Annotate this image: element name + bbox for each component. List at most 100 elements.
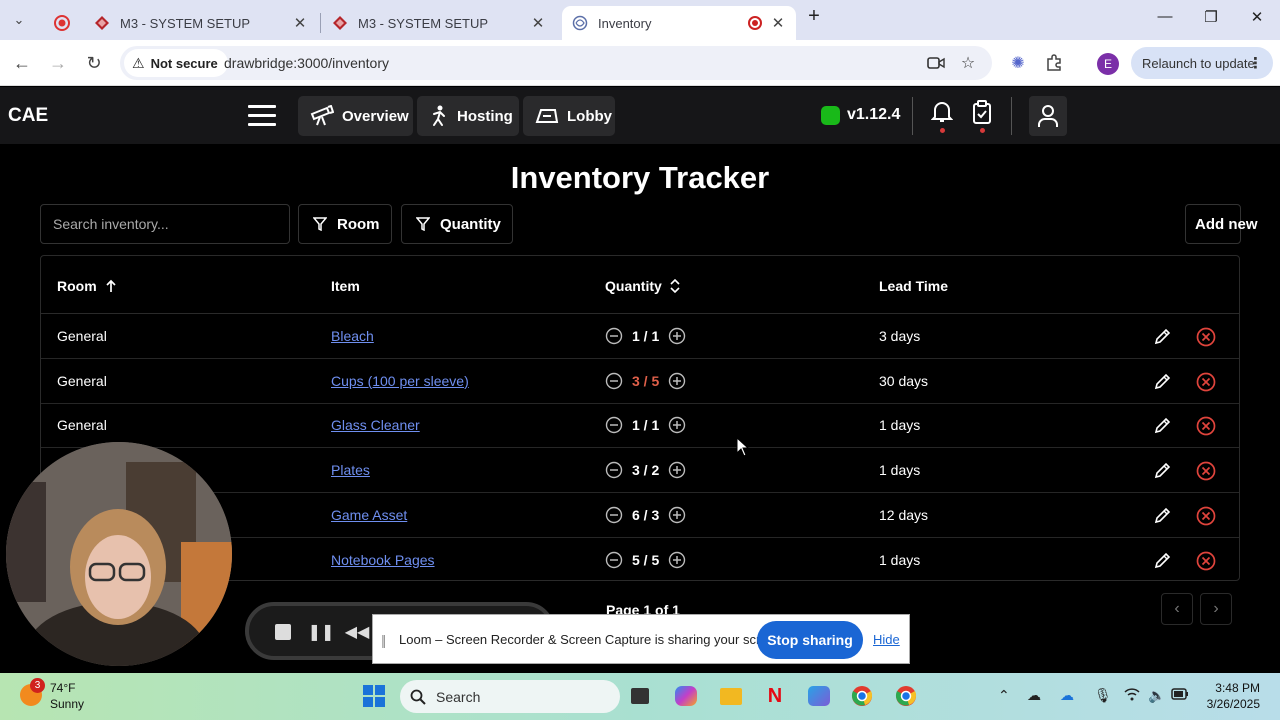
extensions-icon[interactable] [1043,52,1065,74]
column-header-quantity[interactable]: Quantity [605,278,680,294]
edit-pencil-icon[interactable] [1151,505,1173,527]
filter-icon [313,217,327,231]
hide-banner-link[interactable]: Hide [873,632,900,647]
close-tab-icon[interactable]: ✕ [530,14,546,32]
increment-circle-icon[interactable] [668,461,686,479]
loom-webcam-bubble[interactable] [6,442,232,666]
decrement-circle-icon[interactable] [605,506,623,524]
camera-icon[interactable] [926,54,946,72]
delete-circle-x-icon[interactable] [1195,371,1217,393]
delete-circle-x-icon[interactable] [1195,505,1217,527]
quantity-filter-button[interactable]: Quantity [401,204,513,244]
wifi-icon[interactable] [1124,687,1140,704]
copilot-icon[interactable] [673,683,699,709]
microphone-icon[interactable]: 🎙 [1094,687,1112,704]
decrement-circle-icon[interactable] [605,461,623,479]
nav-overview-button[interactable]: Overview [298,96,413,136]
delete-circle-x-icon[interactable] [1195,550,1217,572]
item-link[interactable]: Glass Cleaner [331,417,420,433]
stop-recording-icon[interactable] [271,622,295,642]
column-header-room[interactable]: Room [57,278,117,294]
brand-logo[interactable]: CAE [8,105,48,127]
security-chip[interactable]: ⚠ Not secure [124,49,228,77]
decrement-circle-icon[interactable] [605,372,623,390]
clipboard-check-icon[interactable] [969,100,995,133]
restore-icon[interactable]: ❐ [1199,8,1223,26]
increment-circle-icon[interactable] [668,506,686,524]
onedrive-personal-icon[interactable]: ☁ [1027,687,1041,704]
prev-page-button[interactable]: ‹ [1161,593,1193,625]
increment-circle-icon[interactable] [668,372,686,390]
chrome-profile-icon[interactable] [893,683,919,709]
address-bar[interactable]: ⚠ Not secure drawbridge:3000/inventory ☆ [120,46,992,80]
minimize-icon[interactable]: — [1153,8,1177,25]
kebab-menu-icon[interactable]: ⋮ [1248,54,1263,72]
tab-m3-system-setup-1[interactable]: M3 - SYSTEM SETUP ✕ [84,6,318,40]
item-link[interactable]: Plates [331,462,370,478]
hamburger-menu-icon[interactable] [248,105,276,127]
close-window-icon[interactable]: ✕ [1245,8,1269,26]
edit-pencil-icon[interactable] [1151,326,1173,348]
increment-circle-icon[interactable] [668,416,686,434]
tab-m3-system-setup-2[interactable]: M3 - SYSTEM SETUP ✕ [322,6,556,40]
telescope-icon [310,105,334,127]
taskbar-search[interactable]: Search [400,680,620,713]
stop-sharing-button[interactable]: Stop sharing [757,621,863,659]
item-link[interactable]: Bleach [331,328,374,344]
nav-hosting-button[interactable]: Hosting [417,96,519,136]
forward-arrow-icon[interactable]: → [45,50,71,76]
windows-taskbar: 3 74°F Sunny Search N ⌃ ☁ ☁ 🎙 🔈 3:48 PM … [0,673,1280,720]
back-arrow-icon[interactable]: ← [9,50,35,76]
room-filter-button[interactable]: Room [298,204,392,244]
item-link[interactable]: Game Asset [331,507,407,523]
task-view-icon[interactable] [627,683,653,709]
nav-lobby-button[interactable]: Lobby [523,96,615,136]
tab-loom[interactable] [44,6,80,40]
increment-circle-icon[interactable] [668,327,686,345]
next-page-button[interactable]: › [1200,593,1232,625]
decrement-circle-icon[interactable] [605,551,623,569]
profile-avatar[interactable]: E [1097,53,1119,75]
tab-inventory[interactable]: Inventory ✕ [562,6,796,40]
volume-icon[interactable]: 🔈 [1148,687,1165,704]
onedrive-icon[interactable]: ☁ [1060,687,1074,704]
item-link[interactable]: Notebook Pages [331,552,435,568]
weather-widget[interactable]: 74°F Sunny [50,680,84,712]
lead-time-cell: 1 days [879,462,921,479]
bookmark-star-icon[interactable]: ☆ [958,54,978,72]
show-hidden-icons[interactable]: ⌃ [998,687,1010,704]
reload-icon[interactable]: ↻ [81,50,107,76]
item-link[interactable]: Cups (100 per sleeve) [331,373,469,389]
new-tab-icon[interactable]: + [802,5,826,28]
pause-icon[interactable]: ❚❚ [308,622,335,642]
netflix-icon[interactable]: N [762,683,788,709]
add-new-button[interactable]: Add new [1185,204,1258,244]
decrement-circle-icon[interactable] [605,416,623,434]
edit-pencil-icon[interactable] [1151,371,1173,393]
edit-pencil-icon[interactable] [1151,460,1173,482]
bell-icon[interactable] [929,100,955,133]
microsoft-365-icon[interactable] [806,683,832,709]
url-text[interactable]: drawbridge:3000/inventory [224,55,389,71]
relaunch-button[interactable]: Relaunch to update ⋮ [1131,47,1273,79]
close-tab-icon[interactable]: ✕ [770,14,786,32]
battery-icon[interactable] [1171,687,1189,703]
decrement-circle-icon[interactable] [605,327,623,345]
edit-pencil-icon[interactable] [1151,550,1173,572]
drag-handle-icon[interactable]: || [381,632,386,648]
delete-circle-x-icon[interactable] [1195,415,1217,437]
close-tab-icon[interactable]: ✕ [292,14,308,32]
edit-pencil-icon[interactable] [1151,415,1173,437]
rewind-icon[interactable]: ◀◀ [345,622,370,642]
increment-circle-icon[interactable] [668,551,686,569]
search-input[interactable] [40,204,290,244]
extension-puzzle-sparkle-icon[interactable]: ✺ [1007,52,1029,74]
user-account-button[interactable] [1029,96,1067,136]
delete-circle-x-icon[interactable] [1195,460,1217,482]
file-explorer-icon[interactable] [718,683,744,709]
tab-search-chevron-icon[interactable]: ⌄ [6,7,32,33]
chrome-icon[interactable] [849,683,875,709]
system-clock[interactable]: 3:48 PM 3/26/2025 [1190,680,1260,712]
delete-circle-x-icon[interactable] [1195,326,1217,348]
windows-start-icon[interactable] [361,683,387,709]
